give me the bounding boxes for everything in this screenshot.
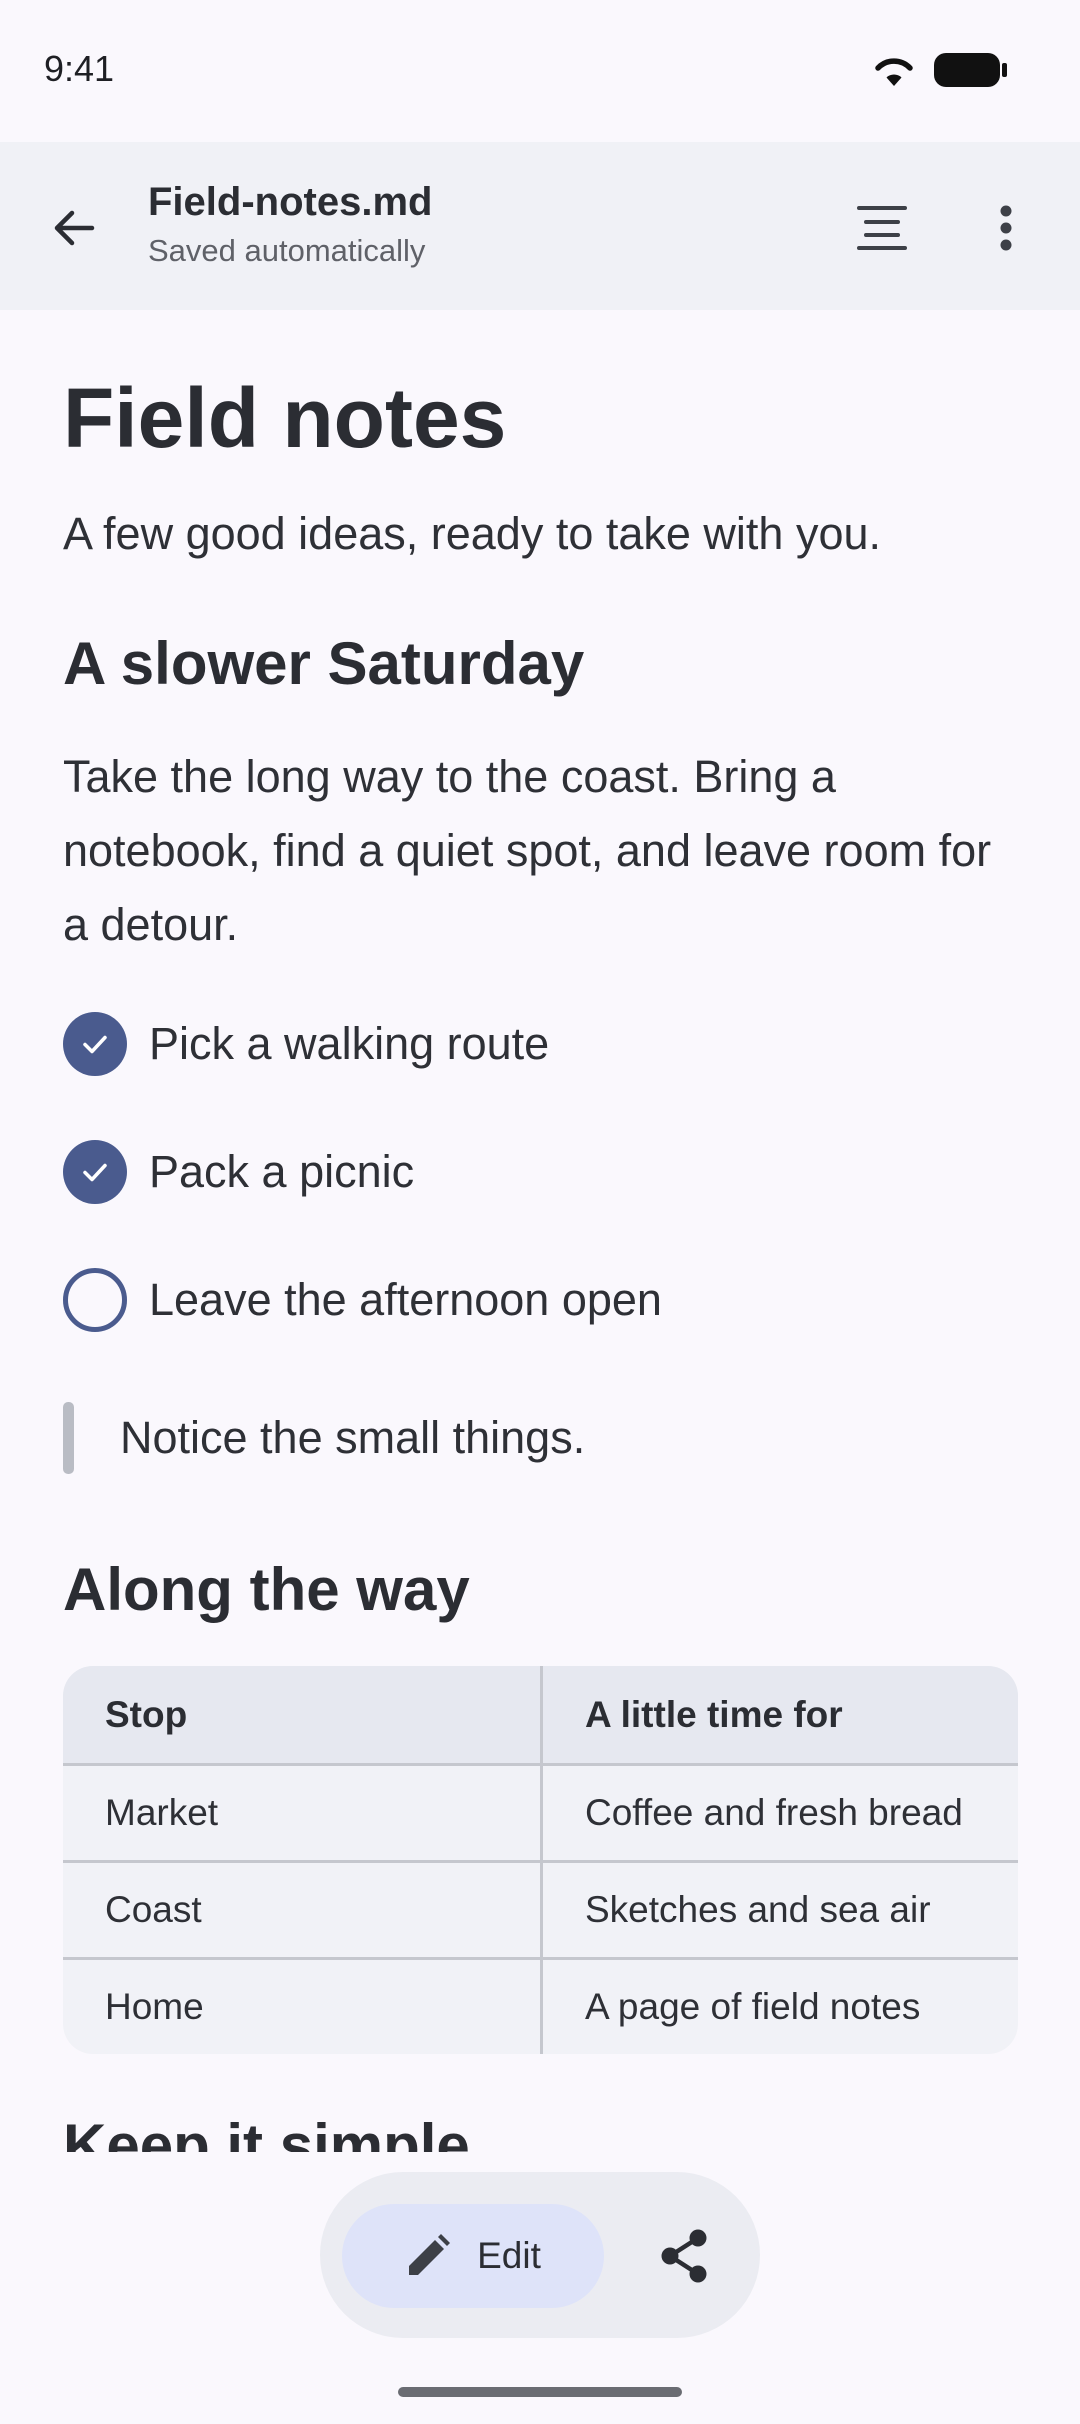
arrow-back-icon xyxy=(54,210,95,246)
check-icon xyxy=(83,1163,107,1182)
task-label: Pack a picnic xyxy=(149,1146,415,1197)
task-item[interactable]: Leave the afternoon open xyxy=(63,1268,662,1332)
status-bar: 9:41 xyxy=(0,0,1080,142)
checkbox-unchecked[interactable] xyxy=(63,1268,127,1332)
section-paragraph: Take the long way to the coast. Bring a … xyxy=(63,751,992,950)
file-name: Field-notes.md xyxy=(148,180,433,224)
section-heading-along-the-way: Along the way xyxy=(63,1556,470,1623)
document-content[interactable]: Field notes A few good ideas, ready to t… xyxy=(63,310,1018,2152)
status-time: 9:41 xyxy=(44,48,115,89)
table-row: Market Coffee and fresh bread xyxy=(63,1763,1018,1860)
table-cell: Home xyxy=(105,1986,204,2027)
outline-icon xyxy=(857,206,907,250)
back-button[interactable] xyxy=(30,184,118,272)
table-row: Home A page of field notes xyxy=(63,1957,1018,2054)
document-intro: A few good ideas, ready to take with you… xyxy=(63,508,881,559)
bottom-toolbar: Edit xyxy=(320,2172,760,2338)
table-cell: A page of field notes xyxy=(540,1960,1017,2054)
save-status: Saved automatically xyxy=(148,233,426,268)
table-cell: Coffee and fresh bread xyxy=(540,1766,1017,1860)
check-icon xyxy=(83,1035,107,1054)
table-cell: Sketches and sea air xyxy=(540,1863,1017,1957)
task-item[interactable]: Pack a picnic xyxy=(63,1140,414,1204)
task-item[interactable]: Pick a walking route xyxy=(63,1012,549,1076)
more-vert-icon xyxy=(1000,205,1012,251)
quote-text: Notice the small things. xyxy=(120,1412,586,1463)
stops-table: Stop A little time for Market Coffee and… xyxy=(63,1666,1018,2054)
share-button[interactable] xyxy=(632,2212,736,2300)
table-header-cell: Stop xyxy=(105,1693,188,1735)
document-title: Field notes xyxy=(63,371,507,465)
pencil-icon xyxy=(409,2234,451,2275)
more-options-button[interactable] xyxy=(962,184,1050,272)
task-label: Pick a walking route xyxy=(149,1018,550,1069)
blockquote: Notice the small things. xyxy=(63,1402,585,1474)
edit-label: Edit xyxy=(477,2235,541,2276)
app-bar: Field-notes.md Saved automatically xyxy=(0,142,1080,310)
outline-button[interactable] xyxy=(838,184,926,272)
battery-icon xyxy=(934,53,1007,87)
task-label: Leave the afternoon open xyxy=(149,1274,662,1325)
table-cell: Coast xyxy=(105,1889,202,1930)
checkbox-checked[interactable] xyxy=(63,1140,127,1204)
section-heading-keep-it-simple: Keep it simple xyxy=(63,2112,470,2152)
edit-button[interactable]: Edit xyxy=(342,2204,604,2308)
quote-bar xyxy=(63,1402,74,1474)
section-heading-slower-saturday: A slower Saturday xyxy=(63,630,585,697)
home-indicator[interactable] xyxy=(398,2387,682,2397)
table-header-cell: A little time for xyxy=(540,1666,1017,1763)
share-icon xyxy=(661,2229,707,2283)
table-header-row: Stop A little time for xyxy=(63,1666,1018,1763)
wifi-icon xyxy=(875,58,913,86)
table-cell: Market xyxy=(105,1792,219,1833)
status-icons xyxy=(872,52,1008,88)
title-block: Field-notes.md Saved automatically xyxy=(148,178,432,270)
table-row: Coast Sketches and sea air xyxy=(63,1860,1018,1957)
checkbox-checked[interactable] xyxy=(63,1012,127,1076)
